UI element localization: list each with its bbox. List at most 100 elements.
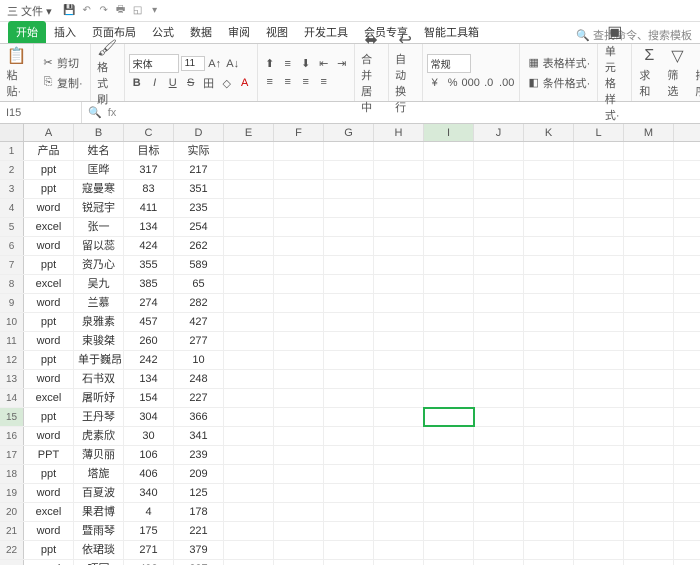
cell[interactable] xyxy=(424,332,474,350)
row-header[interactable]: 3 xyxy=(0,180,24,198)
cell[interactable] xyxy=(474,370,524,388)
cell[interactable] xyxy=(474,503,524,521)
col-header-M[interactable]: M xyxy=(624,124,674,141)
cell[interactable]: 锐冠宇 xyxy=(74,199,124,217)
cell[interactable]: 178 xyxy=(174,503,224,521)
row-header[interactable]: 2 xyxy=(0,161,24,179)
cell[interactable]: 张一 xyxy=(74,218,124,236)
cell[interactable] xyxy=(624,370,674,388)
cell[interactable]: 虎素欣 xyxy=(74,427,124,445)
font-color-button[interactable]: A xyxy=(237,75,253,91)
cell[interactable]: 385 xyxy=(124,275,174,293)
cell[interactable] xyxy=(424,218,474,236)
cell[interactable] xyxy=(624,465,674,483)
cell[interactable] xyxy=(274,313,324,331)
cell[interactable]: 262 xyxy=(174,237,224,255)
cell[interactable] xyxy=(574,294,624,312)
cell[interactable]: 424 xyxy=(124,237,174,255)
cell[interactable]: 125 xyxy=(174,484,224,502)
cell[interactable] xyxy=(474,237,524,255)
border-button[interactable]: 田 xyxy=(201,75,217,91)
cell[interactable] xyxy=(224,218,274,236)
cell[interactable]: 379 xyxy=(174,541,224,559)
underline-button[interactable]: U xyxy=(165,75,181,91)
cell[interactable]: 薄贝丽 xyxy=(74,446,124,464)
zoom-icon[interactable]: 🔍 xyxy=(88,106,102,119)
cell[interactable]: 束骏桀 xyxy=(74,332,124,350)
cell[interactable] xyxy=(374,370,424,388)
cell[interactable] xyxy=(524,370,574,388)
cell[interactable]: PPT xyxy=(24,446,74,464)
cell[interactable] xyxy=(624,256,674,274)
cell[interactable] xyxy=(224,484,274,502)
cell[interactable]: 依珺琰 xyxy=(74,541,124,559)
cell[interactable] xyxy=(424,503,474,521)
cell[interactable] xyxy=(474,313,524,331)
cell[interactable] xyxy=(374,313,424,331)
cell[interactable] xyxy=(374,503,424,521)
cell[interactable] xyxy=(474,560,524,565)
cell[interactable] xyxy=(574,427,624,445)
fx-icon[interactable]: fx xyxy=(108,107,117,119)
cell[interactable] xyxy=(324,446,374,464)
cell[interactable]: word xyxy=(24,237,74,255)
cell[interactable] xyxy=(424,484,474,502)
cell[interactable] xyxy=(324,294,374,312)
align-left-button[interactable]: ≡ xyxy=(262,74,278,90)
cell[interactable]: 254 xyxy=(174,218,224,236)
cell[interactable]: 209 xyxy=(174,465,224,483)
cell[interactable] xyxy=(274,503,324,521)
row-header[interactable]: 21 xyxy=(0,522,24,540)
cell[interactable] xyxy=(224,294,274,312)
col-header-F[interactable]: F xyxy=(274,124,324,141)
comma-button[interactable]: 000 xyxy=(463,75,479,91)
cell[interactable] xyxy=(624,503,674,521)
row-header[interactable]: 23 xyxy=(0,560,24,565)
cell[interactable]: word xyxy=(24,370,74,388)
undo-icon[interactable]: ↶ xyxy=(80,4,94,18)
cell[interactable]: 项国 xyxy=(74,560,124,565)
fill-button[interactable]: ◇ xyxy=(219,75,235,91)
cell[interactable] xyxy=(224,142,274,160)
cell[interactable] xyxy=(424,180,474,198)
tab-ai[interactable]: 智能工具箱 xyxy=(416,21,487,43)
percent-button[interactable]: % xyxy=(445,75,461,91)
dec-decimal-button[interactable]: .00 xyxy=(499,75,515,91)
print-icon[interactable]: 🖶 xyxy=(114,4,128,18)
cell[interactable] xyxy=(474,408,524,426)
save-icon[interactable]: 💾 xyxy=(63,4,77,18)
row-header[interactable]: 6 xyxy=(0,237,24,255)
cell[interactable]: 242 xyxy=(124,351,174,369)
cell[interactable]: 实际 xyxy=(174,142,224,160)
cell[interactable] xyxy=(574,218,624,236)
cell[interactable] xyxy=(624,294,674,312)
cell[interactable]: ppt xyxy=(24,313,74,331)
cell[interactable] xyxy=(424,275,474,293)
cell[interactable] xyxy=(424,142,474,160)
redo-icon[interactable]: ↷ xyxy=(97,4,111,18)
cell[interactable] xyxy=(324,313,374,331)
cell[interactable]: word xyxy=(24,199,74,217)
cell[interactable]: 271 xyxy=(124,541,174,559)
row-header[interactable]: 4 xyxy=(0,199,24,217)
cell[interactable]: 411 xyxy=(124,199,174,217)
cell[interactable] xyxy=(424,351,474,369)
cell[interactable] xyxy=(274,560,324,565)
cell[interactable]: 227 xyxy=(174,389,224,407)
row-header[interactable]: 9 xyxy=(0,294,24,312)
cell[interactable] xyxy=(574,484,624,502)
cell[interactable] xyxy=(374,332,424,350)
cell[interactable]: 果君博 xyxy=(74,503,124,521)
cell[interactable] xyxy=(324,541,374,559)
tab-formula[interactable]: 公式 xyxy=(144,21,182,43)
cell[interactable]: 塔旎 xyxy=(74,465,124,483)
cell[interactable]: 目标 xyxy=(124,142,174,160)
cell[interactable] xyxy=(524,218,574,236)
italic-button[interactable]: I xyxy=(147,75,163,91)
row-header[interactable]: 22 xyxy=(0,541,24,559)
cell[interactable]: 154 xyxy=(124,389,174,407)
cell[interactable] xyxy=(324,427,374,445)
cell[interactable] xyxy=(524,522,574,540)
cell[interactable] xyxy=(574,313,624,331)
cell[interactable]: 石书双 xyxy=(74,370,124,388)
